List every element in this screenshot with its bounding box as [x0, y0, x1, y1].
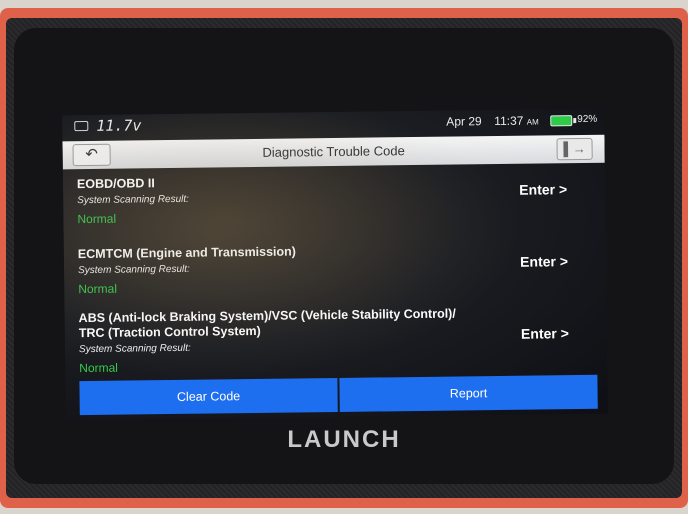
- scan-result-label: System Scanning Result:: [77, 263, 190, 277]
- scan-result-status: Normal: [79, 360, 119, 376]
- battery-voltage: 11.7v: [96, 116, 142, 135]
- exit-button[interactable]: ▌→: [556, 137, 593, 161]
- car-battery-icon: [74, 121, 89, 132]
- brand-logo: LAUNCH: [287, 426, 401, 453]
- enter-button-abs[interactable]: Enter >: [521, 325, 569, 342]
- system-name: ABS (Anti-lock Braking System)/VSC (Vehi…: [78, 306, 456, 341]
- system-name: ECMTCM (Engine and Transmission): [77, 244, 297, 262]
- clear-code-button[interactable]: Clear Code: [79, 377, 338, 416]
- status-date: Apr 29: [446, 114, 482, 129]
- enter-button-eobd[interactable]: Enter >: [519, 181, 567, 198]
- battery-percent: 92%: [577, 113, 598, 126]
- exit-door-icon: ▌→: [563, 140, 586, 157]
- scan-result-label: System Scanning Result:: [77, 193, 189, 207]
- action-bar: Clear Code Report: [79, 374, 598, 416]
- scan-result-label: System Scanning Result:: [78, 342, 191, 356]
- system-row-eobd: EOBD/OBD II System Scanning Result: Norm…: [77, 171, 588, 226]
- system-row-abs: ABS (Anti-lock Braking System)/VSC (Vehi…: [78, 305, 590, 376]
- page-title: Diagnostic Trouble Code: [262, 143, 405, 160]
- system-row-ecmtcm: ECMTCM (Engine and Transmission) System …: [78, 241, 589, 296]
- photo-scene: 11.7v Apr 29 11:37 AM 92% ↶ Diagnostic T…: [0, 0, 688, 514]
- system-name: EOBD/OBD II: [76, 176, 155, 192]
- report-button[interactable]: Report: [339, 374, 598, 412]
- title-bar: ↶ Diagnostic Trouble Code ▌→: [62, 134, 605, 170]
- status-time-suffix: AM: [526, 117, 539, 127]
- scan-result-status: Normal: [78, 281, 118, 297]
- enter-button-ecmtcm[interactable]: Enter >: [520, 253, 568, 270]
- status-time-value: 11:37: [494, 113, 524, 129]
- device-screen: 11.7v Apr 29 11:37 AM 92% ↶ Diagnostic T…: [62, 108, 608, 421]
- battery-icon: [550, 115, 573, 127]
- scan-result-status: Normal: [77, 211, 117, 227]
- status-time: 11:37 AM: [494, 113, 539, 129]
